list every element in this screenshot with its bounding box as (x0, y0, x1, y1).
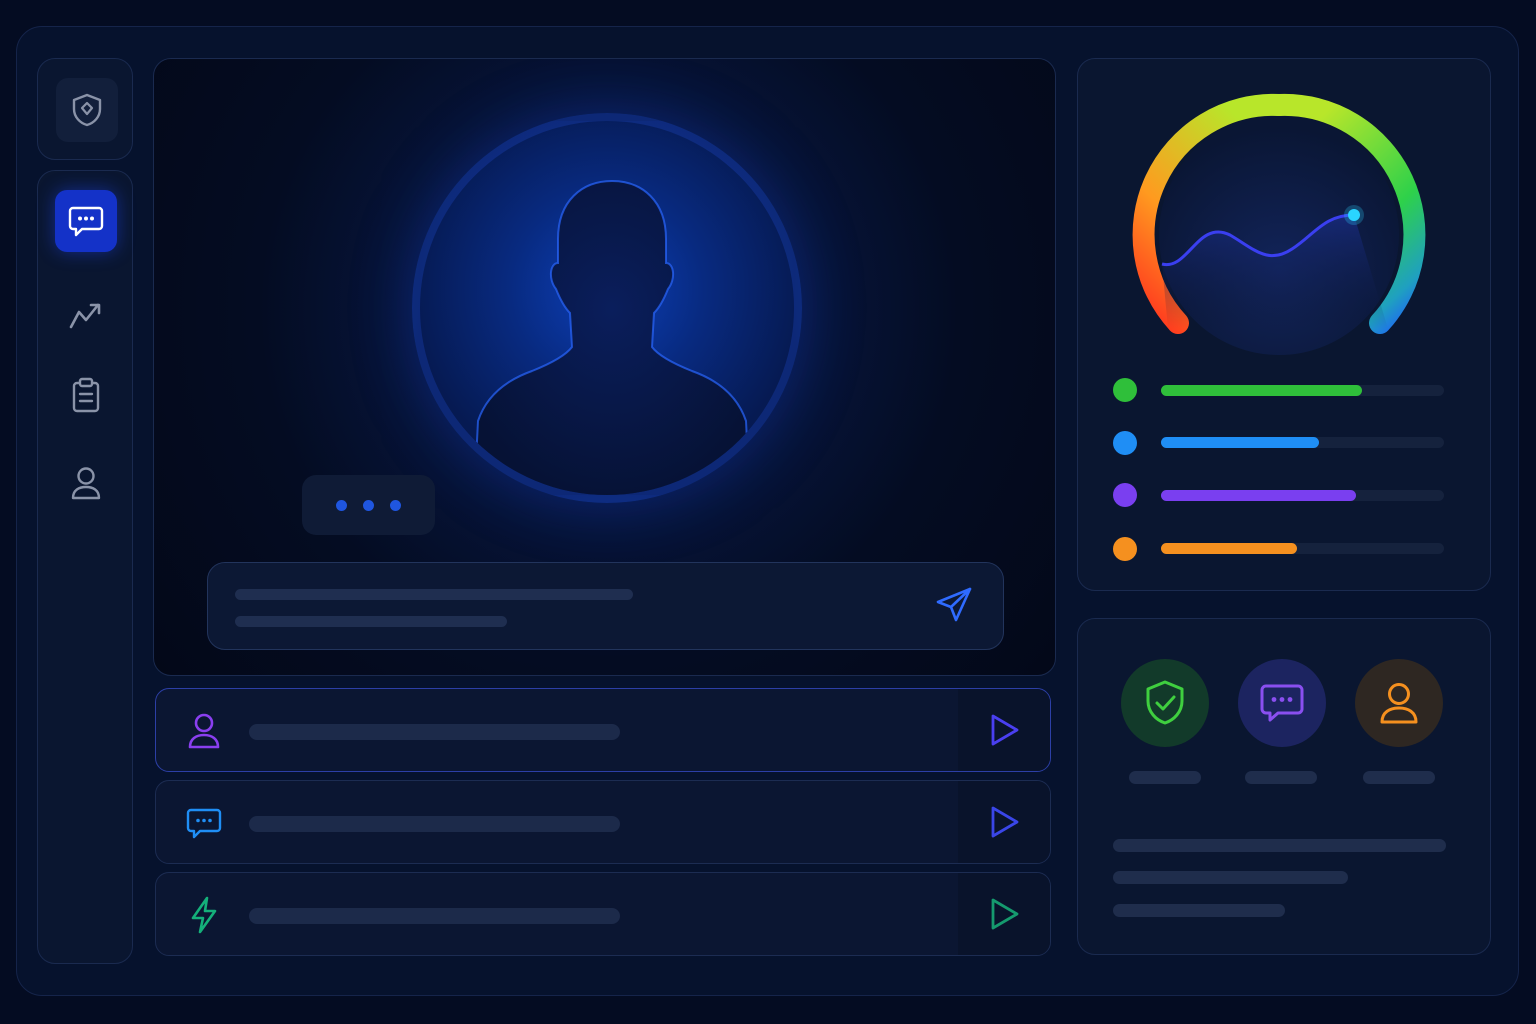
avatar-halo (412, 113, 802, 503)
chat-icon (186, 808, 222, 839)
user-icon (71, 467, 101, 500)
shield-check-icon (1146, 680, 1184, 725)
stat-bar-fill (1161, 385, 1362, 396)
play-button[interactable] (958, 781, 1050, 863)
quick-action-chat[interactable] (1238, 659, 1326, 747)
stat-dot (1113, 537, 1137, 561)
quick-action-label (1245, 771, 1317, 784)
list-item[interactable] (155, 688, 1051, 772)
stat-bar-fill (1161, 543, 1297, 554)
sidebar-item-chat[interactable] (55, 190, 117, 252)
typing-indicator (302, 475, 435, 535)
quick-actions-panel (1077, 618, 1491, 955)
shield-icon (72, 93, 102, 127)
stat-dot (1113, 378, 1137, 402)
quick-action-label (1129, 771, 1201, 784)
typing-dot (390, 499, 401, 511)
play-button[interactable] (958, 873, 1050, 955)
gauge-panel (1077, 58, 1491, 591)
person-silhouette-icon (473, 179, 751, 495)
stat-dot (1113, 483, 1137, 507)
sidebar-nav (37, 170, 133, 964)
sidebar-item-clipboard[interactable] (55, 364, 117, 426)
chat-icon (68, 206, 104, 237)
logo-button[interactable] (56, 78, 118, 142)
input-placeholder-line (235, 589, 633, 600)
text-line (1113, 839, 1446, 852)
stat-bar (1161, 543, 1444, 554)
text-line (1113, 871, 1348, 884)
stat-dot (1113, 431, 1137, 455)
quick-action-profile[interactable] (1355, 659, 1443, 747)
typing-dot (363, 499, 374, 511)
clipboard-icon (72, 377, 100, 413)
score-gauge (1132, 93, 1426, 355)
list-item-text-line (249, 908, 620, 924)
play-icon (991, 806, 1019, 838)
send-icon[interactable] (934, 585, 974, 625)
sidebar-item-profile[interactable] (55, 452, 117, 514)
user-icon (1380, 683, 1418, 724)
list-item-text-line (249, 816, 620, 832)
sidebar-item-trends[interactable] (55, 284, 117, 346)
quick-action-label (1363, 771, 1435, 784)
stat-bar-fill (1161, 437, 1320, 448)
text-line (1113, 904, 1285, 917)
message-input[interactable] (207, 562, 1004, 650)
list-item[interactable] (155, 872, 1051, 956)
stat-bar (1161, 385, 1444, 396)
typing-dot (336, 499, 347, 511)
play-icon (991, 898, 1019, 930)
quick-action-security[interactable] (1121, 659, 1209, 747)
play-button[interactable] (958, 689, 1050, 771)
user-icon (188, 713, 220, 749)
video-panel (153, 58, 1056, 676)
trend-icon (69, 303, 101, 329)
stat-bar (1161, 437, 1444, 448)
list-item[interactable] (155, 780, 1051, 864)
list-item-text-line (249, 724, 620, 740)
play-icon (991, 714, 1019, 746)
stat-bar-fill (1161, 490, 1357, 501)
bolt-icon (191, 896, 217, 934)
chat-icon (1260, 684, 1304, 722)
sidebar-logo-box (37, 58, 133, 160)
stat-bar (1161, 490, 1444, 501)
input-placeholder-line (235, 616, 507, 627)
